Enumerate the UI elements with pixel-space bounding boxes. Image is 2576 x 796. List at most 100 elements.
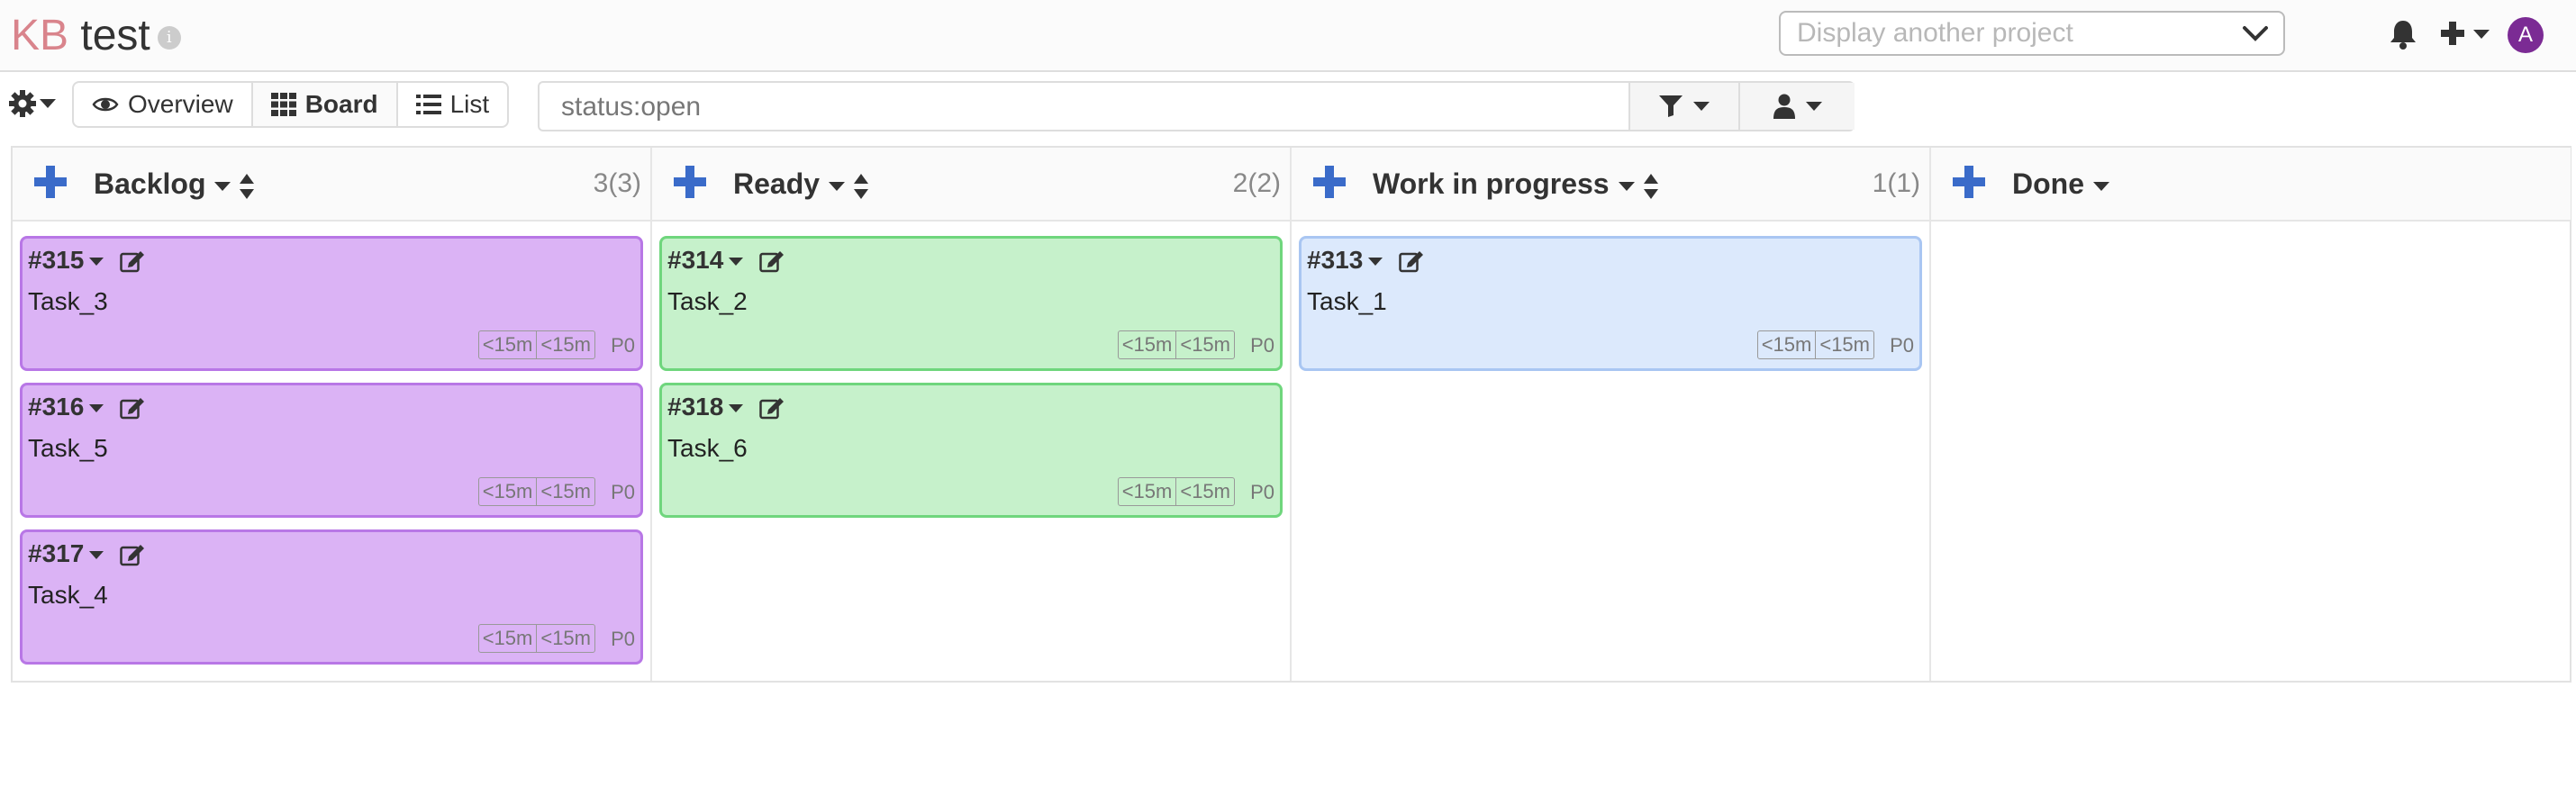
task-id: #314 [667,246,724,274]
task-id-dropdown[interactable]: #317 [28,538,104,570]
edit-icon[interactable] [759,396,785,420]
task-id-dropdown[interactable]: #315 [28,244,104,276]
time-spent: <15m [1180,480,1230,502]
caret-down-icon [1368,258,1383,267]
project-title: test [80,12,150,59]
task-priority: P0 [1250,481,1274,503]
caret-down-icon [214,181,231,191]
task-priority: P0 [1890,334,1914,357]
user-filter-button[interactable] [1738,83,1855,130]
task-priority: P0 [611,481,635,503]
filter-button[interactable] [1628,83,1738,130]
caret-down-icon [89,551,104,560]
caret-down-icon [729,404,744,413]
add-task-icon[interactable] [1313,166,1346,198]
edit-icon[interactable] [120,249,145,273]
view-list[interactable]: List [398,83,508,126]
view-switcher: Overview Board List [72,81,510,128]
task-id: #315 [28,246,85,274]
task-id-dropdown[interactable]: #318 [667,391,744,423]
column-title-wrap[interactable]: Backlog [94,148,255,220]
header: KB test i Display another project A [0,0,2576,72]
project-select[interactable]: Display another project [1779,11,2285,56]
task-card[interactable]: #317 Task_4 <15m <15m P0 [20,529,643,665]
caret-down-icon [1618,181,1635,191]
caret-down-icon [729,258,744,267]
task-id-dropdown[interactable]: #314 [667,244,744,276]
caret-down-icon[interactable] [2473,30,2490,39]
column-title: Work in progress [1373,167,1610,200]
task-card[interactable]: #315 Task_3 <15m <15m P0 [20,236,643,371]
filter-icon [1659,95,1683,117]
task-card[interactable]: #314 Task_2 <15m <15m P0 [659,236,1283,371]
add-task-icon[interactable] [1953,166,1985,198]
column-ready: Ready 2(2) #314 Task_2 <15m <15m P0 #318 … [652,148,1292,681]
edit-icon[interactable] [120,396,145,420]
task-id-dropdown[interactable]: #316 [28,391,104,423]
column-count: 2(2) [1232,168,1281,198]
time-estimates: <15m <15m [1117,330,1235,359]
edit-icon[interactable] [120,543,145,566]
column-work-in-progress: Work in progress 1(1) #313 Task_1 <15m <1… [1292,148,1931,681]
column-header: Ready 2(2) [652,148,1290,222]
edit-icon[interactable] [1399,249,1424,273]
view-list-label: List [449,90,490,118]
search-input[interactable] [541,85,1644,130]
info-icon[interactable]: i [157,26,181,50]
column-done: Done [1931,148,2571,681]
task-priority: P0 [1250,334,1274,357]
edit-icon[interactable] [759,249,785,273]
column-title: Done [2012,167,2084,200]
bell-icon[interactable] [2388,18,2418,50]
caret-down-icon [2093,181,2109,191]
sort-icon [240,173,255,199]
column-count: 3(3) [593,168,641,198]
task-priority: P0 [611,628,635,650]
avatar[interactable]: A [2508,17,2544,53]
settings-menu[interactable] [9,90,57,117]
task-title[interactable]: Task_2 [667,285,748,318]
task-title[interactable]: Task_4 [28,579,108,611]
board: Backlog 3(3) #315 Task_3 <15m <15m P0 #31… [11,146,2571,683]
view-board[interactable]: Board [252,83,398,126]
column-header: Done [1931,148,2571,222]
column-title: Ready [733,167,821,200]
column-backlog: Backlog 3(3) #315 Task_3 <15m <15m P0 #31… [13,148,652,681]
list-icon [415,95,441,114]
app-logo[interactable]: KB test i [11,9,181,63]
time-spent: <15m [1819,333,1870,356]
time-estimated: <15m [479,331,538,358]
caret-down-icon [40,99,57,108]
task-id-dropdown[interactable]: #313 [1307,244,1383,276]
column-title-wrap[interactable]: Done [2012,148,2109,220]
task-card[interactable]: #318 Task_6 <15m <15m P0 [659,383,1283,518]
task-card[interactable]: #313 Task_1 <15m <15m P0 [1299,236,1922,371]
caret-down-icon [1805,102,1822,111]
user-icon [1773,94,1795,119]
add-task-icon[interactable] [34,166,67,198]
time-estimates: <15m <15m [477,624,595,653]
column-title-wrap[interactable]: Work in progress [1373,148,1658,220]
time-estimates: <15m <15m [477,330,595,359]
task-title[interactable]: Task_3 [28,285,108,318]
task-title[interactable]: Task_5 [28,432,108,465]
time-estimates: <15m <15m [1117,477,1235,506]
view-overview-label: Overview [128,90,233,118]
task-id: #318 [667,393,724,421]
search-bar [538,81,1855,131]
task-title[interactable]: Task_1 [1307,285,1387,318]
add-task-icon[interactable] [674,166,706,198]
logo-kb: KB [11,12,69,59]
column-count: 1(1) [1872,168,1920,198]
task-title[interactable]: Task_6 [667,432,748,465]
column-title-wrap[interactable]: Ready [733,148,869,220]
column-header: Backlog 3(3) [13,148,650,222]
time-spent: <15m [540,333,591,356]
plus-icon[interactable] [2439,20,2466,47]
eye-icon [92,97,119,112]
sort-icon [854,173,869,199]
task-id: #317 [28,539,85,567]
task-card[interactable]: #316 Task_5 <15m <15m P0 [20,383,643,518]
task-priority: P0 [611,334,635,357]
view-overview[interactable]: Overview [74,83,253,126]
